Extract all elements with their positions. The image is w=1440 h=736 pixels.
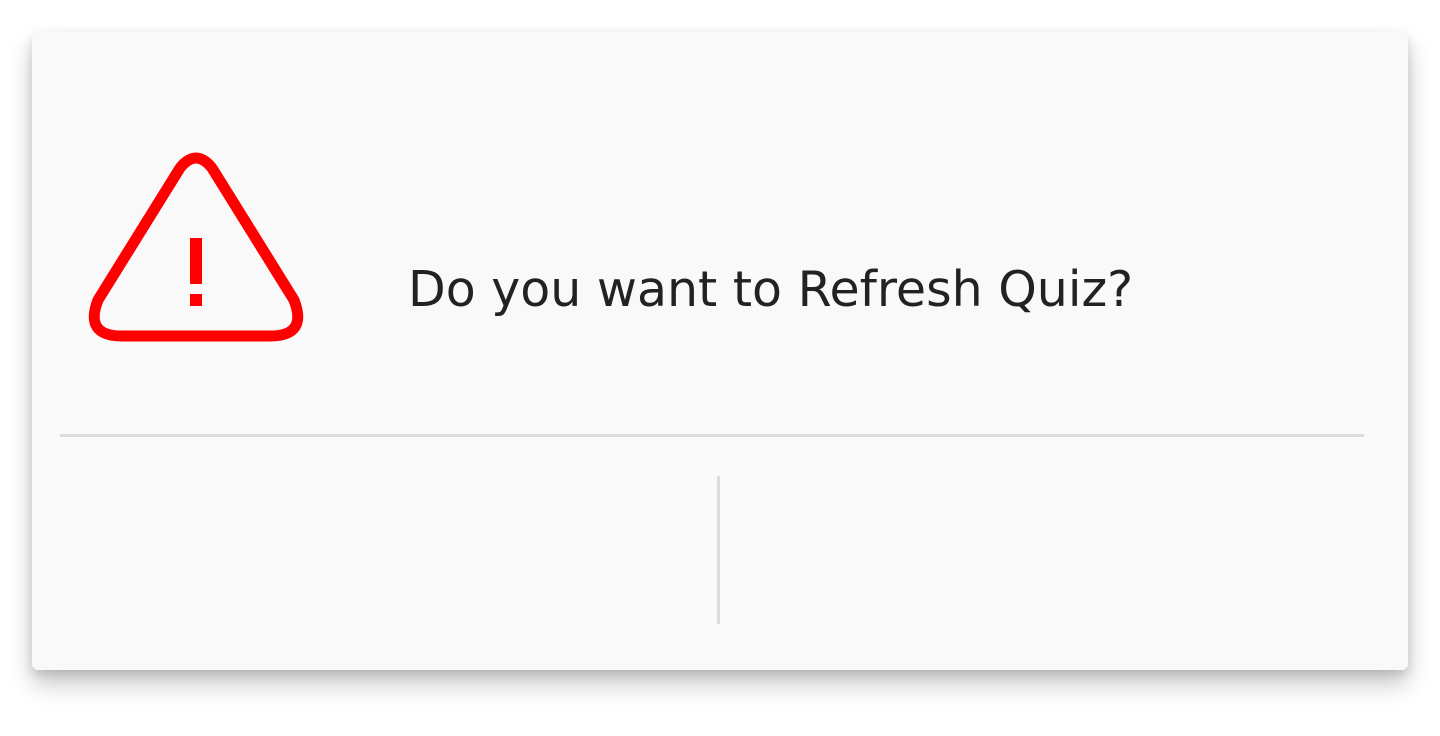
confirm-dialog: Do you want to Refresh Quiz? bbox=[32, 32, 1408, 670]
dialog-left-button[interactable] bbox=[32, 437, 720, 670]
warning-triangle-icon bbox=[84, 150, 308, 348]
vertical-divider bbox=[717, 476, 720, 624]
dialog-right-button[interactable] bbox=[720, 437, 1408, 670]
dialog-message: Do you want to Refresh Quiz? bbox=[408, 261, 1134, 318]
dialog-button-row bbox=[32, 437, 1408, 670]
